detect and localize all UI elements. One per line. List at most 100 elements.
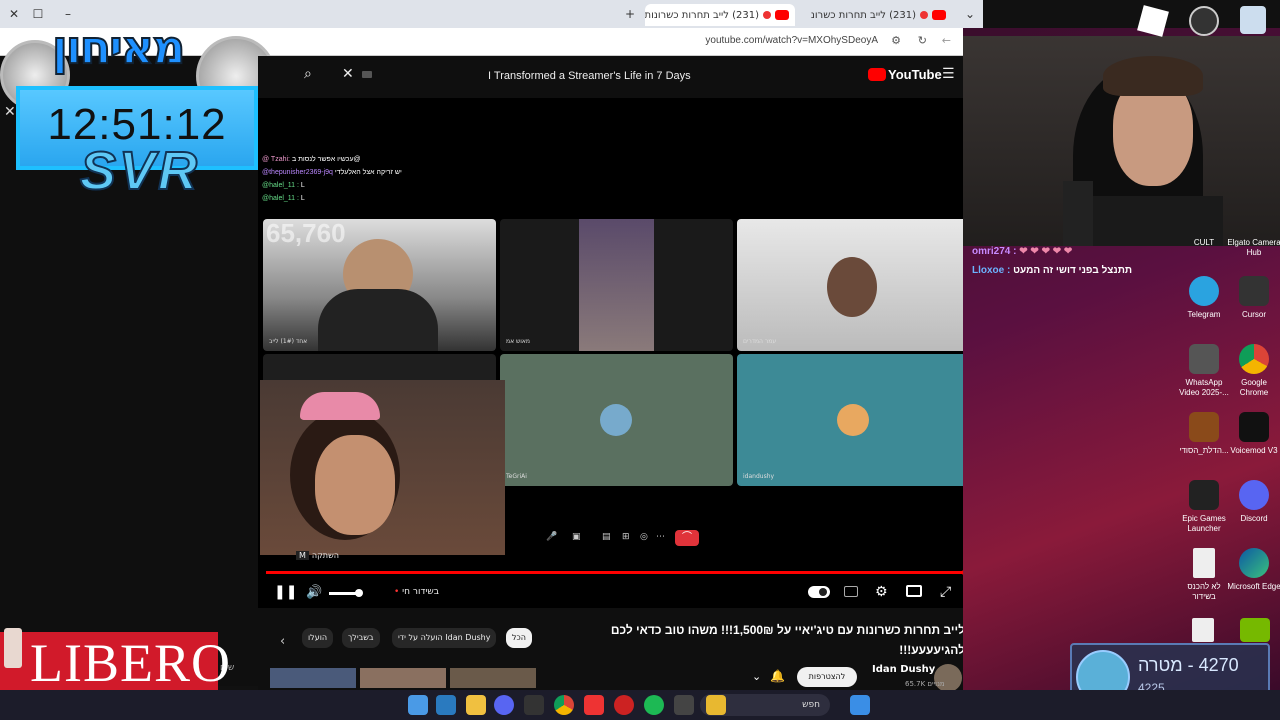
tab-youtube-active[interactable]: (231) לייב תחרות כשרונות ע xyxy=(645,4,795,26)
participant-tile-3[interactable]: עמר המדרים xyxy=(737,219,970,351)
secret-door-label: הדלת_הסודי... xyxy=(1179,446,1229,455)
youtube-logo-icon[interactable] xyxy=(868,68,886,81)
steam-icon[interactable] xyxy=(436,695,456,715)
widgets-icon[interactable] xyxy=(408,695,428,715)
reload-icon[interactable]: ↻ xyxy=(918,34,927,47)
volume-handle[interactable] xyxy=(355,589,363,597)
settings-icon[interactable]: ⚙ xyxy=(875,584,888,600)
subscribe-chevron-icon[interactable]: ⌄ xyxy=(752,670,761,683)
desktop-icon-discord[interactable]: Discord xyxy=(1226,480,1280,524)
mute-label[interactable]: M השתקה xyxy=(296,551,339,560)
subtitles-icon[interactable] xyxy=(844,586,858,597)
streamer-cap xyxy=(300,392,380,420)
taskbar-app-icon[interactable] xyxy=(706,695,726,715)
recycle-bin-icon[interactable] xyxy=(1240,6,1266,34)
taskbar-app-icon[interactable] xyxy=(584,695,604,715)
desktop-icon-no-stream[interactable]: לא להכנס בשידור xyxy=(1176,548,1232,602)
related-thumbnail[interactable] xyxy=(270,668,356,688)
desktop-icon-whatsapp-video[interactable]: WhatsApp Video 2025-... xyxy=(1176,344,1232,398)
url-text[interactable]: youtube.com/watch?v=MXOhySDeoyA xyxy=(705,35,878,46)
clear-search-icon[interactable]: ✕ xyxy=(342,66,354,82)
fullscreen-icon[interactable]: ⤢ xyxy=(940,584,951,600)
chip-uploaded[interactable]: הועלו xyxy=(302,628,334,648)
elgato-label: Elgato Camera Hub xyxy=(1227,238,1280,257)
cursor-label: Cursor xyxy=(1241,310,1266,319)
telegram-label: Telegram xyxy=(1187,310,1221,319)
search-input[interactable]: I Transformed a Streamer's Life in 7 Day… xyxy=(488,70,691,82)
no-stream-label: לא להכנס בשידור xyxy=(1187,582,1221,601)
youtube-logo-text[interactable]: YouTube xyxy=(888,67,942,82)
menu-icon[interactable]: ☰ xyxy=(942,66,955,82)
desktop-icon-telegram[interactable]: Telegram xyxy=(1176,276,1232,320)
present-icon[interactable]: ▤ xyxy=(602,532,611,542)
more-options-icon[interactable]: ⋯ xyxy=(656,532,665,542)
participant-tile-5[interactable]: TeGriAi xyxy=(500,354,733,486)
taskbar-app-icon[interactable] xyxy=(524,695,544,715)
leave-call-icon[interactable]: ⌒ xyxy=(675,530,699,546)
meeting-toolbar: 🎤 ▣ ▤ ⊞ ◎ ⋯ xyxy=(540,530,670,548)
goal-text: 4270 - מטרה xyxy=(1138,655,1239,675)
live-label[interactable]: • בשידור חי xyxy=(394,587,439,597)
discord-taskbar-icon[interactable] xyxy=(494,695,514,715)
join-button[interactable]: להצטרפות xyxy=(797,667,857,687)
video-file-icon xyxy=(1189,412,1219,442)
mic-icon[interactable]: 🎤 xyxy=(546,532,557,542)
chrome-taskbar-icon[interactable] xyxy=(554,695,574,715)
desktop-icon-voicemod[interactable]: Voicemod V3 xyxy=(1226,412,1280,456)
chip-for-you[interactable]: בשבילך xyxy=(342,628,380,648)
edge-label: Microsoft Edge xyxy=(1227,582,1280,591)
volume-icon[interactable]: 🔊 xyxy=(306,585,322,600)
desktop-icon-epic[interactable]: Epic Games Launcher xyxy=(1176,480,1232,534)
channel-subscribers: 65.7K מנויים xyxy=(905,680,945,688)
chip-all[interactable]: הכל xyxy=(506,628,533,648)
viewer-count: 65,760 xyxy=(266,218,346,248)
autoplay-toggle[interactable] xyxy=(808,586,830,598)
tab-list-chevron-icon[interactable]: ⌄ xyxy=(962,6,978,22)
theater-mode-icon[interactable] xyxy=(906,585,922,597)
document-icon[interactable] xyxy=(1192,618,1214,642)
desktop-icon-cursor[interactable]: Cursor xyxy=(1226,276,1280,320)
keyboard-icon[interactable] xyxy=(362,71,372,78)
window-close-icon[interactable]: ✕ xyxy=(6,6,22,22)
voicemod-icon xyxy=(1239,412,1269,442)
notification-bell-icon[interactable]: 🔔 xyxy=(770,669,785,683)
participant-tile-6[interactable]: idandushy xyxy=(737,354,970,486)
search-icon[interactable]: ⌕ xyxy=(304,66,312,82)
desktop-icon-cult[interactable]: CULT xyxy=(1176,238,1232,248)
youtube-favicon-icon xyxy=(932,10,946,20)
cam-chat-line: Lloxoe : תתנצל בפני דושי זה המעט xyxy=(972,265,1133,276)
taskbar-app-icon[interactable] xyxy=(614,695,634,715)
microphone xyxy=(1063,181,1093,246)
desktop-icon-edge[interactable]: Microsoft Edge xyxy=(1226,548,1280,592)
related-thumbnail[interactable] xyxy=(360,668,446,688)
start-menu-icon[interactable] xyxy=(850,695,870,715)
desktop-icon-chrome[interactable]: Google Chrome xyxy=(1226,344,1280,398)
pause-icon[interactable]: ❚❚ xyxy=(274,584,297,600)
overlay-chat-line: @halel_11 : L xyxy=(262,195,305,202)
file-explorer-icon[interactable] xyxy=(466,695,486,715)
window-maximize-icon[interactable]: ☐ xyxy=(30,6,46,22)
tab-youtube-second[interactable]: (231) לייב תחרות כשרונ xyxy=(802,4,952,26)
chip-uploaded-by[interactable]: הועלה על ידי Idan Dushy xyxy=(392,628,497,648)
desktop-icon-secret-door[interactable]: הדלת_הסודי... xyxy=(1176,412,1232,456)
new-tab-icon[interactable]: + xyxy=(622,6,638,22)
channel-name[interactable]: Idan Dushy xyxy=(872,664,935,675)
back-icon[interactable]: ← xyxy=(942,34,951,47)
taskbar-window-icon[interactable] xyxy=(674,695,694,715)
related-thumbnail[interactable] xyxy=(450,668,536,688)
close-overlay-icon[interactable]: ✕ xyxy=(4,104,16,120)
site-settings-icon[interactable]: ⚙ xyxy=(891,34,901,47)
discord-label: Discord xyxy=(1240,514,1268,523)
nvidia-icon[interactable] xyxy=(1240,618,1270,642)
tab-label: (231) לייב תחרות כשרונ xyxy=(810,9,916,21)
grid-icon[interactable]: ⊞ xyxy=(622,532,630,542)
chips-prev-icon[interactable]: ‹ xyxy=(280,634,285,649)
effects-icon[interactable]: ◎ xyxy=(640,532,648,542)
spotify-icon[interactable] xyxy=(644,695,664,715)
obs-icon[interactable] xyxy=(1189,6,1219,36)
desktop-icon-elgato[interactable]: Elgato Camera Hub xyxy=(1226,238,1280,258)
camera-icon[interactable]: ▣ xyxy=(572,532,581,542)
taskbar xyxy=(0,690,1280,720)
participant-tile-2[interactable]: מאוש אמ xyxy=(500,219,733,351)
progress-bar[interactable] xyxy=(266,571,966,574)
